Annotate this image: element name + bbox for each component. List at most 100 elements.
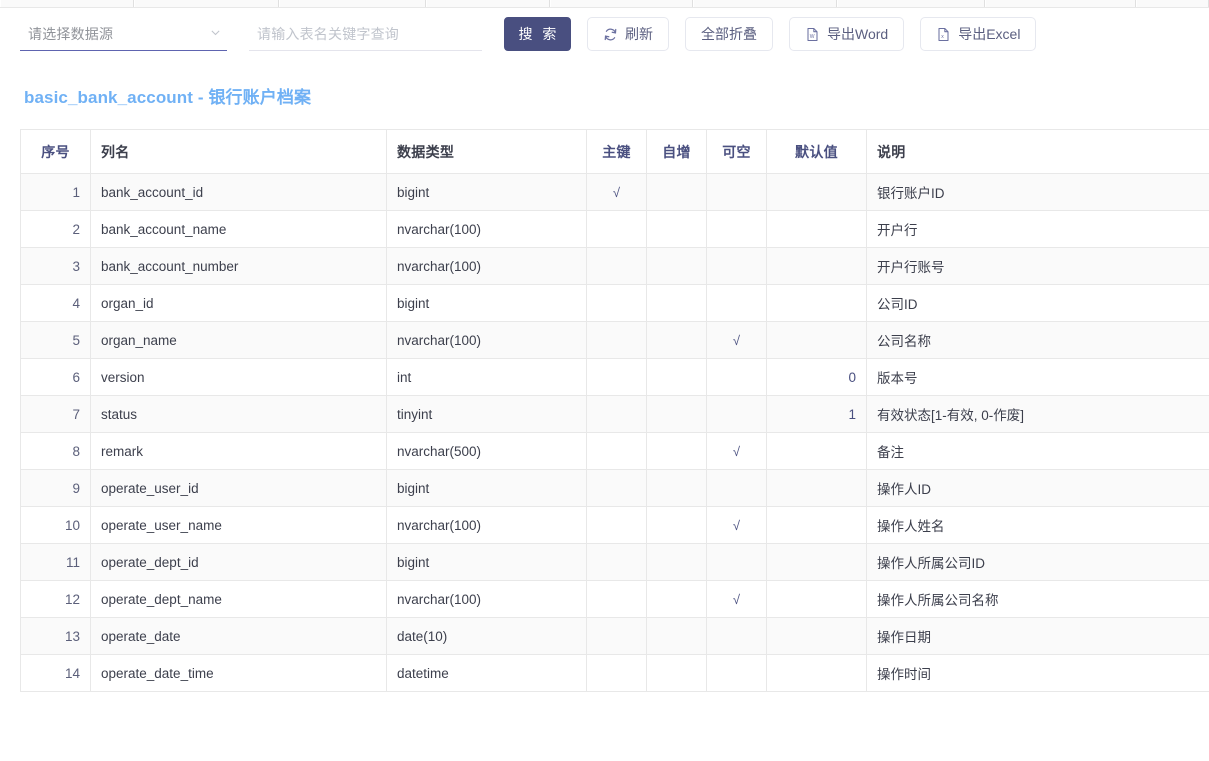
top-tab-9[interactable]	[1136, 0, 1209, 7]
cell-index: 12	[20, 580, 91, 618]
cell-default: 0	[766, 358, 867, 396]
excel-document-icon: x	[936, 27, 951, 42]
cell-nullable	[706, 284, 767, 322]
search-button[interactable]: 搜 索	[504, 17, 571, 51]
table-row[interactable]: 6 version int 0 版本号	[20, 358, 1209, 396]
top-tab-8[interactable]	[984, 0, 1137, 7]
table-row[interactable]: 10 operate_user_name nvarchar(100) √ 操作人姓名	[20, 506, 1209, 544]
cell-index: 11	[20, 543, 91, 581]
top-tab-6[interactable]	[693, 0, 838, 7]
cell-nullable	[706, 469, 767, 507]
cell-nullable: √	[706, 580, 767, 618]
svg-text:W: W	[810, 33, 815, 39]
header-datatype: 数据类型	[386, 129, 587, 174]
cell-column-name: bank_account_number	[90, 247, 387, 285]
search-input[interactable]: 请输入表名关键字查询	[249, 17, 482, 51]
cell-comment: 版本号	[866, 358, 1209, 396]
cell-datatype: nvarchar(100)	[386, 580, 587, 618]
cell-index: 6	[20, 358, 91, 396]
schema-table-wrapper: 序号 列名 数据类型 主键 自增 可空 默认值 说明 1 bank_account…	[20, 129, 1209, 692]
top-tab-4[interactable]	[426, 0, 550, 7]
cell-primary-key	[586, 284, 647, 322]
cell-auto-increment	[646, 506, 707, 544]
cell-datatype: nvarchar(100)	[386, 247, 587, 285]
cell-comment: 公司名称	[866, 321, 1209, 359]
table-row[interactable]: 9 operate_user_id bigint 操作人ID	[20, 469, 1209, 507]
toolbar: 请选择数据源 请输入表名关键字查询 搜 索 刷新 全部折叠 W 导出Word x…	[0, 8, 1209, 60]
table-row[interactable]: 1 bank_account_id bigint √ 银行账户ID	[20, 173, 1209, 211]
schema-table-body: 1 bank_account_id bigint √ 银行账户ID 2 bank_accou…	[20, 173, 1209, 692]
top-tab-2[interactable]	[134, 0, 280, 7]
top-tab-3[interactable]	[279, 0, 427, 7]
cell-datatype: bigint	[386, 543, 587, 581]
cell-index: 1	[20, 173, 91, 211]
header-nullable: 可空	[706, 129, 767, 174]
cell-auto-increment	[646, 284, 707, 322]
cell-nullable: √	[706, 432, 767, 470]
cell-column-name: operate_user_id	[90, 469, 387, 507]
table-title[interactable]: basic_bank_account - 银行账户档案	[24, 83, 311, 108]
export-excel-button[interactable]: x 导出Excel	[920, 17, 1037, 51]
top-tab-5[interactable]	[549, 0, 694, 7]
table-row[interactable]: 2 bank_account_name nvarchar(100) 开户行	[20, 210, 1209, 248]
cell-nullable	[706, 654, 767, 692]
table-row[interactable]: 14 operate_date_time datetime 操作时间	[20, 654, 1209, 692]
cell-primary-key	[586, 395, 647, 433]
cell-auto-increment	[646, 358, 707, 396]
cell-datatype: bigint	[386, 284, 587, 322]
cell-comment: 操作人ID	[866, 469, 1209, 507]
cell-auto-increment	[646, 210, 707, 248]
header-auto-increment: 自增	[646, 129, 707, 174]
cell-comment: 公司ID	[866, 284, 1209, 322]
cell-default	[766, 543, 867, 581]
datasource-select-placeholder: 请选择数据源	[28, 26, 114, 42]
cell-auto-increment	[646, 543, 707, 581]
cell-default: 1	[766, 395, 867, 433]
cell-default	[766, 247, 867, 285]
top-tab-1[interactable]	[0, 0, 135, 7]
cell-column-name: version	[90, 358, 387, 396]
cell-index: 7	[20, 395, 91, 433]
cell-column-name: organ_id	[90, 284, 387, 322]
table-row[interactable]: 4 organ_id bigint 公司ID	[20, 284, 1209, 322]
search-input-placeholder: 请输入表名关键字查询	[257, 26, 399, 42]
svg-text:x: x	[941, 33, 944, 39]
table-row[interactable]: 7 status tinyint 1 有效状态[1-有效, 0-作废]	[20, 395, 1209, 433]
cell-auto-increment	[646, 395, 707, 433]
table-row[interactable]: 12 operate_dept_name nvarchar(100) √ 操作人所属公司…	[20, 580, 1209, 618]
chevron-down-icon	[210, 27, 221, 38]
cell-default	[766, 580, 867, 618]
cell-default	[766, 654, 867, 692]
refresh-button[interactable]: 刷新	[587, 17, 669, 51]
cell-nullable: √	[706, 506, 767, 544]
cell-nullable	[706, 543, 767, 581]
cell-auto-increment	[646, 469, 707, 507]
cell-comment: 有效状态[1-有效, 0-作废]	[866, 395, 1209, 433]
collapse-all-button[interactable]: 全部折叠	[685, 17, 773, 51]
cell-column-name: operate_dept_name	[90, 580, 387, 618]
datasource-select-underline	[20, 49, 227, 51]
export-word-button[interactable]: W 导出Word	[789, 17, 905, 51]
cell-comment: 开户行账号	[866, 247, 1209, 285]
export-word-label: 导出Word	[827, 26, 889, 42]
cell-index: 14	[20, 654, 91, 692]
top-tab-7[interactable]	[837, 0, 985, 7]
table-row[interactable]: 3 bank_account_number nvarchar(100) 开户行账号	[20, 247, 1209, 285]
cell-datatype: date(10)	[386, 617, 587, 655]
export-excel-label: 导出Excel	[958, 26, 1021, 42]
cell-datatype: bigint	[386, 469, 587, 507]
cell-default	[766, 321, 867, 359]
table-row[interactable]: 5 organ_name nvarchar(100) √ 公司名称	[20, 321, 1209, 359]
cell-primary-key	[586, 358, 647, 396]
cell-auto-increment	[646, 321, 707, 359]
table-row[interactable]: 13 operate_date date(10) 操作日期	[20, 617, 1209, 655]
app-root: 请选择数据源 请输入表名关键字查询 搜 索 刷新 全部折叠 W 导出Word x…	[0, 0, 1209, 761]
table-row[interactable]: 8 remark nvarchar(500) √ 备注	[20, 432, 1209, 470]
header-comment: 说明	[866, 129, 1209, 174]
cell-primary-key	[586, 617, 647, 655]
cell-primary-key	[586, 506, 647, 544]
table-header-row: 序号 列名 数据类型 主键 自增 可空 默认值 说明	[20, 129, 1209, 174]
table-row[interactable]: 11 operate_dept_id bigint 操作人所属公司ID	[20, 543, 1209, 581]
cell-comment: 操作人所属公司ID	[866, 543, 1209, 581]
datasource-select[interactable]: 请选择数据源	[20, 17, 227, 51]
